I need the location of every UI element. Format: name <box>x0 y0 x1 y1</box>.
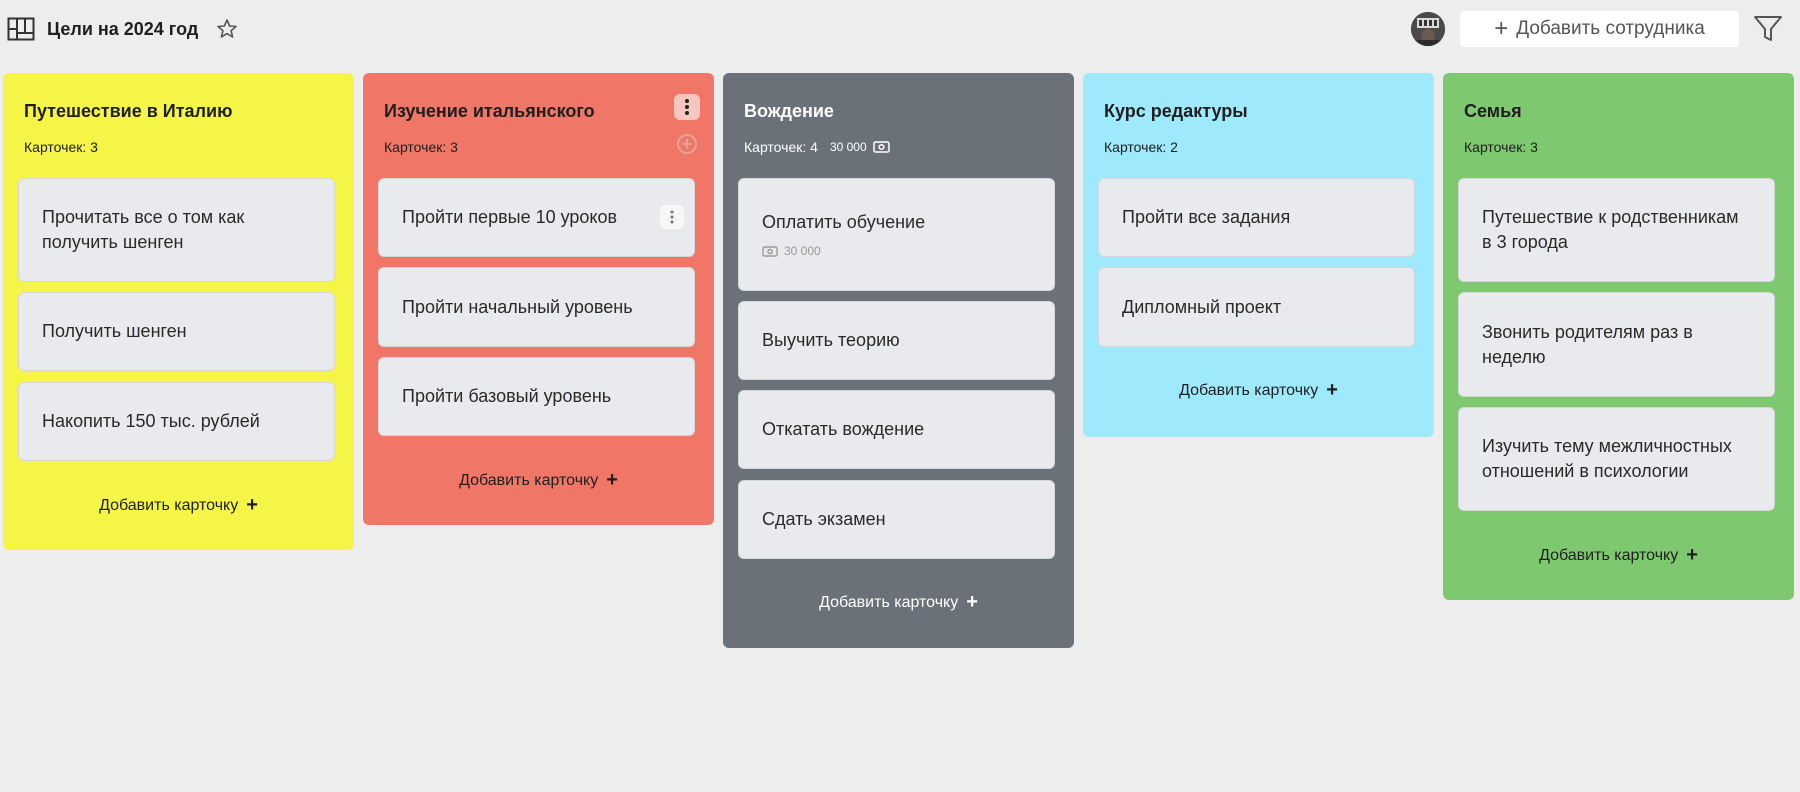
card[interactable]: Прочитать все о том как получить шенген <box>18 178 335 282</box>
card-text: Пройти все задания <box>1122 207 1291 227</box>
column-italian-study: Изучение итальянского Карточек: 3 + Прой… <box>363 73 714 525</box>
add-icon[interactable]: + <box>677 134 697 154</box>
card[interactable]: Пройти все задания <box>1098 178 1415 257</box>
add-card-button[interactable]: Добавить карточку + <box>723 591 1074 614</box>
sum-value: 30 000 <box>829 140 867 154</box>
add-card-button[interactable]: Добавить карточку + <box>363 469 714 492</box>
column-title: Изучение итальянского <box>384 101 595 121</box>
add-card-label: Добавить карточку <box>1539 547 1679 564</box>
plus-icon: + <box>1494 15 1509 42</box>
column-driving: Вождение Карточек: 4 30 000 Оплатить обу… <box>723 73 1074 648</box>
card[interactable]: Изучить тему межличностных отношений в п… <box>1458 407 1775 511</box>
add-card-button[interactable]: Добавить карточку + <box>3 494 354 517</box>
card-text: Пройти базовый уровень <box>402 386 612 406</box>
avatar[interactable] <box>1411 12 1445 46</box>
column-title: Вождение <box>744 101 834 121</box>
column-italy-trip: Путешествие в Италию Карточек: 3 Прочита… <box>3 73 354 550</box>
column-title: Путешествие в Италию <box>24 101 233 121</box>
star-icon[interactable] <box>215 17 239 41</box>
money-icon <box>872 141 890 153</box>
card[interactable]: Оплатить обучение 30 000 <box>738 178 1055 291</box>
card-text: Пройти начальный уровень <box>402 296 633 317</box>
top-bar: Цели на 2024 год + Добавить сотрудника <box>0 0 1800 58</box>
card-count: Карточек: 3 <box>1464 139 1538 155</box>
card-amount: 30 000 <box>762 243 1031 259</box>
card-count: Карточек: 4 <box>744 139 818 155</box>
plus-icon: + <box>606 469 618 491</box>
column-count: Карточек: 3 <box>1464 138 1538 156</box>
plus-icon: + <box>1326 379 1338 401</box>
card[interactable]: Пройти первые 10 уроков <box>378 178 695 257</box>
board-icon[interactable] <box>7 17 35 41</box>
card[interactable]: Сдать экзамен <box>738 480 1055 559</box>
add-card-label: Добавить карточку <box>99 497 239 514</box>
add-card-label: Добавить карточку <box>1179 382 1319 399</box>
card[interactable]: Пройти начальный уровень <box>378 267 695 347</box>
add-card-button[interactable]: Добавить карточку + <box>1443 544 1794 567</box>
card[interactable]: Откатать вождение <box>738 390 1055 469</box>
card-text: Дипломный проект <box>1122 296 1282 317</box>
plus-icon: + <box>1686 544 1698 566</box>
column-sum: 30 000 <box>830 138 890 156</box>
card[interactable]: Накопить 150 тыс. рублей <box>18 382 335 461</box>
column-title: Семья <box>1464 101 1522 121</box>
plus-icon: + <box>246 494 258 516</box>
column-count: Карточек: 3 <box>24 138 98 156</box>
add-card-label: Добавить карточку <box>459 472 599 489</box>
card-text: Изучить тему межличностных отношений в п… <box>1482 436 1732 481</box>
column-family: Семья Карточек: 3 Путешествие к родствен… <box>1443 73 1794 600</box>
card-text: Получить шенген <box>42 321 187 341</box>
card[interactable]: Пройти базовый уровень <box>378 357 695 436</box>
card-count: Карточек: 3 <box>384 139 458 155</box>
add-card-label: Добавить карточку <box>819 594 959 611</box>
money-icon <box>762 245 778 257</box>
column-title: Курс редактуры <box>1104 101 1248 121</box>
add-employee-label: Добавить сотрудника <box>1516 18 1705 39</box>
column-menu-icon[interactable] <box>674 94 700 120</box>
add-employee-button[interactable]: + Добавить сотрудника <box>1460 11 1739 47</box>
card-text: Путешествие к родственникам в 3 города <box>1482 207 1739 252</box>
card[interactable]: Путешествие к родственникам в 3 города <box>1458 178 1775 282</box>
filter-icon[interactable] <box>1752 13 1784 45</box>
card-count: Карточек: 3 <box>24 139 98 155</box>
board-title: Цели на 2024 год <box>47 19 199 39</box>
card[interactable]: Получить шенген <box>18 292 335 371</box>
card-text: Пройти первые 10 уроков <box>402 207 618 227</box>
column-count: Карточек: 4 30 000 <box>744 138 890 156</box>
card-text: Прочитать все о том как получить шенген <box>42 207 245 252</box>
card-count: Карточек: 2 <box>1104 139 1178 155</box>
card-text: Сдать экзамен <box>762 509 886 529</box>
card-amount-value: 30 000 <box>784 244 821 258</box>
card-text: Выучить теорию <box>762 330 900 350</box>
add-card-button[interactable]: Добавить карточку + <box>1083 379 1434 402</box>
column-editing-course: Курс редактуры Карточек: 2 Пройти все за… <box>1083 73 1434 437</box>
column-count: Карточек: 3 <box>384 138 458 156</box>
card[interactable]: Выучить теорию <box>738 301 1055 380</box>
card-text: Оплатить обучение <box>762 212 926 232</box>
card-text: Звонить родителям раз в неделю <box>1482 321 1693 367</box>
plus-icon: + <box>966 591 978 613</box>
card-text: Накопить 150 тыс. рублей <box>42 411 260 431</box>
card-text: Откатать вождение <box>762 419 925 439</box>
card[interactable]: Звонить родителям раз в неделю <box>1458 292 1775 397</box>
column-count: Карточек: 2 <box>1104 138 1178 156</box>
card-menu-icon[interactable] <box>660 205 684 229</box>
card[interactable]: Дипломный проект <box>1098 267 1415 347</box>
